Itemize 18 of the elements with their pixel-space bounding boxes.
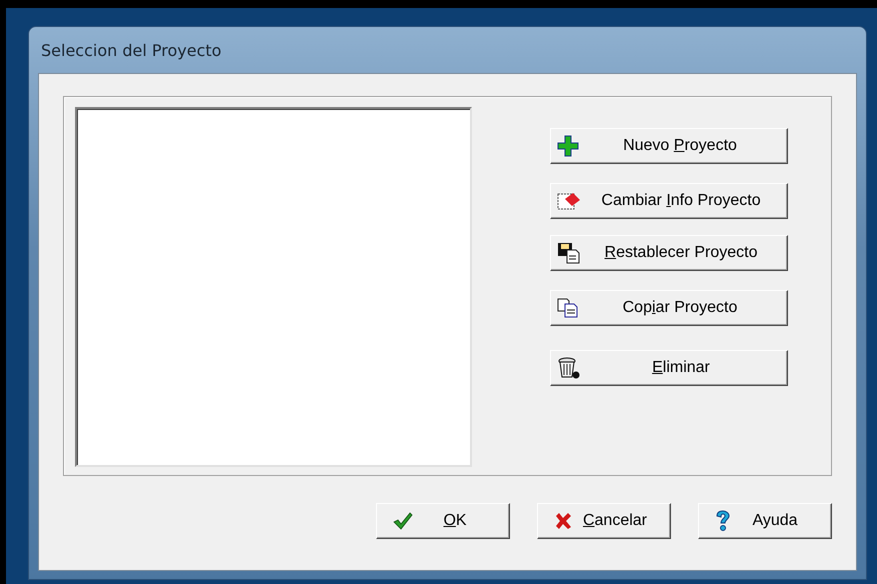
close-icon — [554, 512, 572, 530]
change-info-button[interactable]: Cambiar Info Proyecto — [550, 183, 788, 219]
delete-button[interactable]: Eliminar — [550, 350, 788, 386]
project-list[interactable] — [75, 107, 472, 467]
copy-project-button[interactable]: Copiar Proyecto — [550, 290, 788, 326]
help-icon — [715, 510, 731, 532]
restore-project-button[interactable]: Restablecer Proyecto — [550, 235, 788, 271]
new-project-button[interactable]: Nuevo Proyecto — [550, 128, 788, 164]
window-title: Seleccion del Proyecto — [41, 40, 222, 60]
floppy-document-icon — [557, 242, 581, 264]
trash-can-icon — [557, 357, 581, 379]
copy-icon — [557, 298, 579, 318]
cancel-button[interactable]: Cancelar — [537, 503, 671, 539]
ok-button[interactable]: OK — [376, 503, 510, 539]
checkmark-icon — [393, 512, 413, 530]
plus-icon — [557, 135, 579, 157]
form-edit-icon — [557, 191, 581, 211]
help-button[interactable]: Ayuda — [698, 503, 832, 539]
